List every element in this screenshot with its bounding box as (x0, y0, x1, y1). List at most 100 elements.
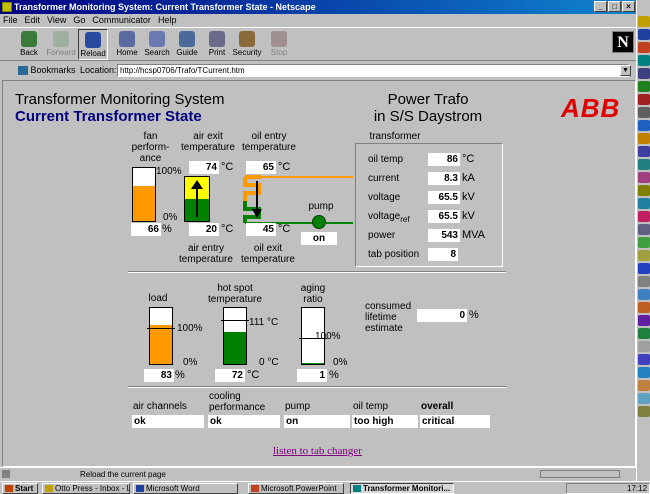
transformer-row-value: 65.5 (428, 210, 460, 223)
transformer-row-value: 65.5 (428, 191, 460, 204)
office-shortcut-icon[interactable] (638, 120, 650, 131)
office-shortcut-icon[interactable] (638, 263, 650, 274)
menu-file[interactable]: File (3, 15, 18, 25)
fan-performance-unit: % (162, 223, 172, 235)
office-shortcut-icon[interactable] (638, 211, 650, 222)
security-status-icon[interactable] (2, 470, 10, 478)
load-gauge (147, 307, 175, 365)
print-label: Print (208, 48, 226, 57)
office-shortcut-icon[interactable] (638, 237, 650, 248)
office-shortcut-icon[interactable] (638, 185, 650, 196)
office-shortcut-icon[interactable] (638, 68, 650, 79)
office-shortcut-icon[interactable] (638, 146, 650, 157)
office-shortcut-icon[interactable] (638, 380, 650, 391)
maximize-button[interactable]: □ (608, 1, 621, 12)
location-bar: Bookmarks Location: http://hcsp0706/Traf… (0, 62, 636, 79)
url-input[interactable]: http://hcsp0706/Trafo/TCurrent.htm (117, 64, 629, 77)
task-lotus[interactable]: Otto Press - Inbox - Lotus ... (42, 483, 130, 494)
office-shortcut-icon[interactable] (638, 107, 650, 118)
task-word[interactable]: Microsoft Word (133, 483, 238, 494)
office-shortcut-icon[interactable] (638, 315, 650, 326)
task-powerpoint[interactable]: Microsoft PowerPoint (248, 483, 344, 494)
office-shortcut-icon[interactable] (638, 42, 650, 53)
office-shortcut-icon[interactable] (638, 172, 650, 183)
air-channels-header: air channels (133, 401, 187, 412)
url-dropdown-icon[interactable]: ▼ (620, 65, 631, 76)
start-button[interactable]: Start (2, 483, 38, 494)
forward-label: Forward (46, 48, 76, 57)
back-button[interactable]: Back (14, 29, 44, 60)
transformer-row-unit: °C (462, 153, 475, 165)
guide-label: Guide (176, 48, 198, 57)
hot-spot-min-label: 0 °C (259, 357, 279, 368)
office-shortcut-icon[interactable] (638, 276, 650, 287)
office-shortcut-icon[interactable] (638, 393, 650, 404)
load-min-label: 0% (183, 357, 198, 368)
tab-changer-link[interactable]: listen to tab changer (273, 445, 362, 457)
search-button[interactable]: Search (142, 29, 172, 60)
office-shortcut-icon[interactable] (638, 367, 650, 378)
home-label: Home (116, 48, 138, 57)
aging-ratio-unit: % (329, 369, 339, 381)
netscape-app-icon[interactable] (2, 2, 12, 12)
reload-icon (85, 32, 101, 48)
office-shortcut-icon[interactable] (638, 250, 650, 261)
menu-communicator[interactable]: Communicator (92, 15, 151, 25)
task-netscape-label: Transformer Monitori... (363, 484, 451, 493)
fan-performance-fill (133, 186, 155, 221)
system-tray: 17:12 (566, 483, 650, 494)
transformer-row-label: power (368, 230, 395, 241)
system-title: Transformer Monitoring System (15, 91, 225, 108)
task-netscape[interactable]: Transformer Monitori... (350, 483, 454, 494)
office-shortcut-icon[interactable] (638, 29, 650, 40)
office-shortcut-icon[interactable] (638, 341, 650, 352)
office-shortcut-icon[interactable] (638, 289, 650, 300)
guide-button[interactable]: Guide (172, 29, 202, 60)
forward-button[interactable]: Forward (46, 29, 76, 60)
minimize-button[interactable]: _ (594, 1, 607, 12)
office-shortcut-icon[interactable] (638, 55, 650, 66)
menu-view[interactable]: View (47, 15, 66, 25)
menu-edit[interactable]: Edit (25, 15, 41, 25)
transformer-row-value: 8.3 (428, 172, 460, 185)
transformer-row-subscript: ref (400, 215, 410, 224)
office-shortcut-icon[interactable] (638, 328, 650, 339)
aging-ratio-fill (302, 363, 324, 364)
transformer-row-label-text: oil temp (368, 154, 404, 165)
taskbar: Start Otto Press - Inbox - Lotus ... Mic… (0, 481, 650, 494)
security-button[interactable]: Security (232, 29, 262, 60)
office-shortcut-icon[interactable] (638, 94, 650, 105)
transformer-row-unit: kV (462, 191, 475, 203)
office-shortcut-icon[interactable] (638, 302, 650, 313)
office-shortcut-icon[interactable] (638, 406, 650, 417)
guide-icon (179, 31, 195, 47)
office-shortcut-icon[interactable] (638, 354, 650, 365)
transformer-row-unit: kV (462, 210, 475, 222)
office-shortcut-icon[interactable] (638, 16, 650, 27)
stop-button[interactable]: Stop (264, 29, 294, 60)
home-button[interactable]: Home (112, 29, 142, 60)
transformer-row-label-text: current (368, 173, 400, 184)
office-shortcut-icon[interactable] (638, 133, 650, 144)
office-shortcut-icon[interactable] (638, 159, 650, 170)
office-shortcut-icon[interactable] (638, 198, 650, 209)
transformer-row-value: 8 (428, 248, 458, 261)
close-button[interactable]: × (622, 1, 635, 12)
divider-top (128, 271, 506, 273)
abb-logo: ABB (561, 93, 621, 123)
hot-spot-max-label: 111 °C (249, 317, 279, 328)
menu-help[interactable]: Help (158, 15, 177, 25)
pump-header: pump (285, 401, 311, 412)
hot-spot-unit: °C (247, 369, 260, 381)
print-button[interactable]: Print (202, 29, 232, 60)
bookmarks-label: Bookmarks (30, 65, 76, 75)
transformer-row-label: current (368, 173, 399, 184)
transformer-row-label: voltageref (368, 211, 410, 225)
menu-go[interactable]: Go (73, 15, 85, 25)
task-lotus-label: Otto Press - Inbox - Lotus ... (55, 484, 129, 493)
bookmarks-button[interactable]: Bookmarks (18, 62, 76, 79)
aging-min-label: 0% (333, 357, 348, 368)
office-shortcut-icon[interactable] (638, 224, 650, 235)
office-shortcut-icon[interactable] (638, 81, 650, 92)
reload-button[interactable]: Reload (78, 29, 108, 60)
